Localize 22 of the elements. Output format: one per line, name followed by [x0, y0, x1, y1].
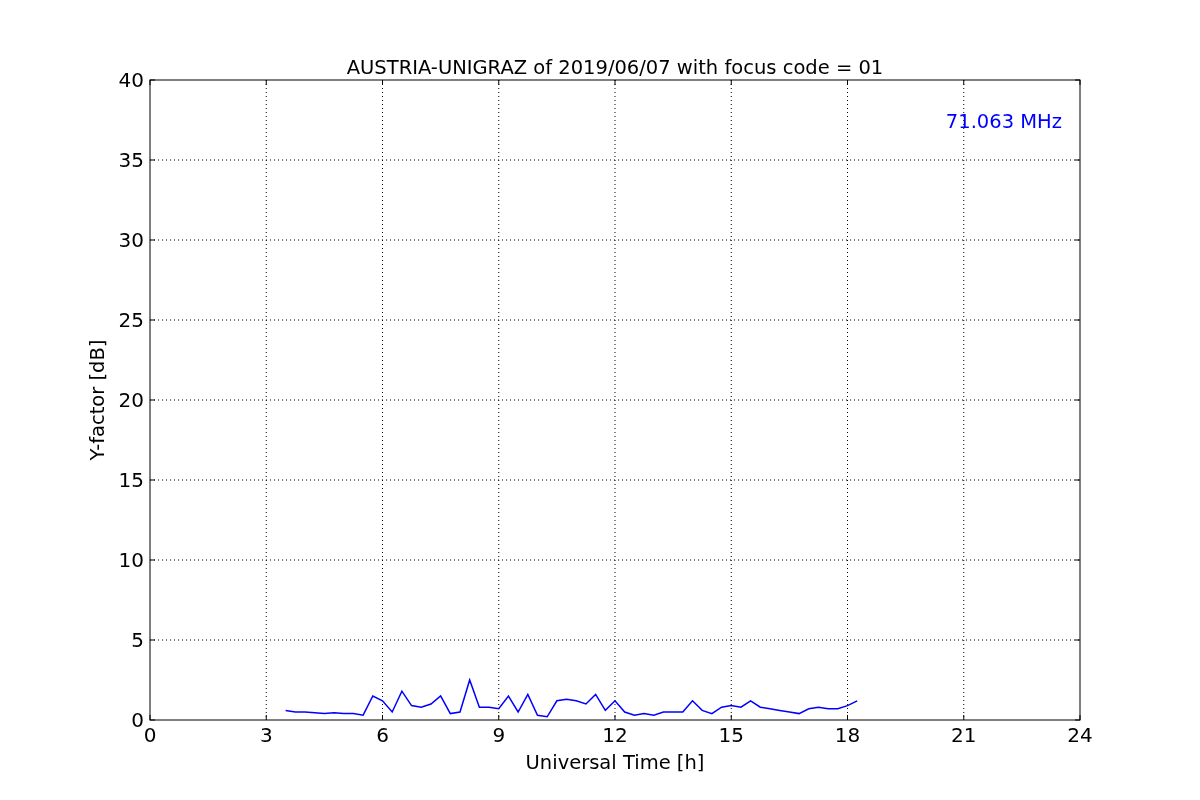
- x-tick-label: 6: [376, 723, 389, 747]
- y-tick-label: 0: [131, 708, 144, 732]
- x-tick-label: 9: [492, 723, 506, 747]
- chart-title: AUSTRIA-UNIGRAZ of 2019/06/07 with focus code = 01: [346, 56, 884, 79]
- x-tick-label: 0: [143, 723, 157, 747]
- x-axis-label: Universal Time [h]: [525, 751, 705, 774]
- x-tick-label: 12: [602, 723, 628, 747]
- series-label: 71.063 MHz: [945, 110, 1062, 133]
- y-tick-label: 20: [118, 388, 144, 412]
- y-axis-label: Y-factor [dB]: [86, 339, 109, 461]
- x-tick-label: 21: [951, 723, 977, 747]
- y-tick-label: 30: [118, 228, 144, 252]
- x-tick-label: 15: [718, 723, 744, 747]
- x-tick-label: 24: [1067, 723, 1093, 747]
- y-tick-label: 40: [118, 68, 144, 92]
- x-tick-label: 18: [834, 723, 861, 747]
- y-tick-label: 10: [118, 548, 144, 572]
- y-tick-label: 15: [118, 468, 144, 492]
- x-tick-label: 3: [259, 723, 273, 747]
- y-tick-label: 25: [118, 308, 144, 332]
- y-tick-label: 5: [131, 628, 144, 652]
- y-tick-label: 35: [118, 148, 144, 172]
